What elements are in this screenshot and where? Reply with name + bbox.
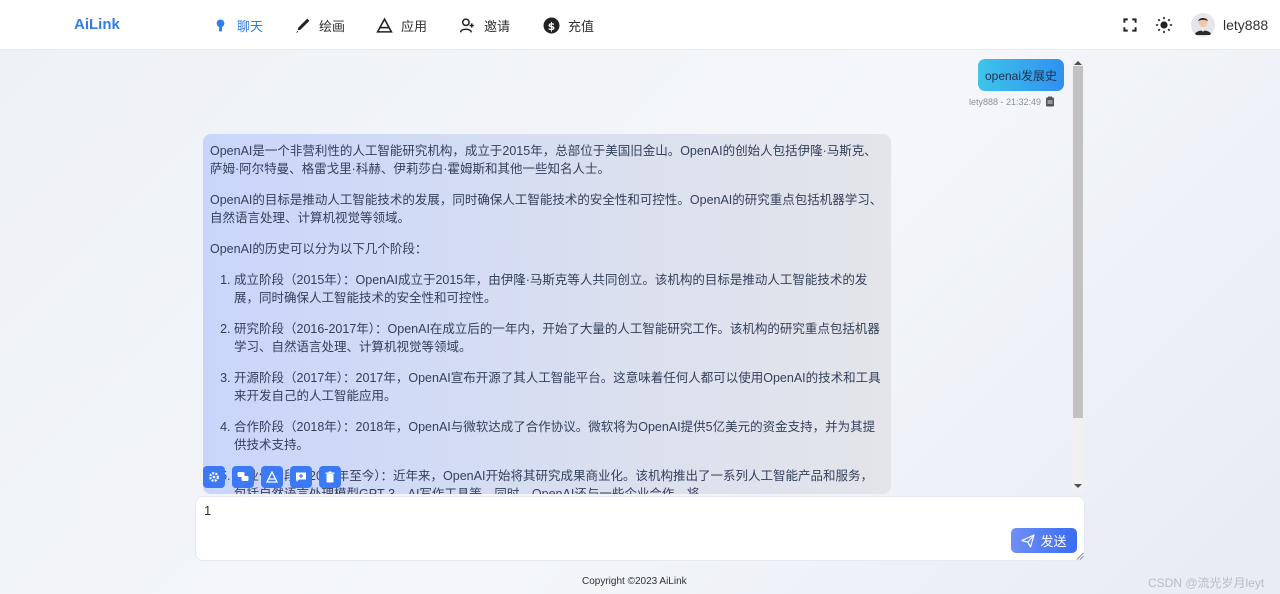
nav-draw-label: 绘画 [319, 18, 346, 34]
trash-icon [325, 471, 335, 483]
username[interactable]: lety888 [1223, 17, 1268, 33]
user-message-meta: lety888 - 21:32:49 [969, 96, 1055, 107]
bulb-icon [216, 19, 225, 31]
top-header: AiLink 聊天 绘画 应用 邀请 $ 充值 lety888 [0, 0, 1280, 50]
list-item: 成立阶段（2015年）：OpenAI成立于2015年，由伊隆·马斯克等人共同创立… [234, 271, 883, 307]
nav-chat-label: 聊天 [237, 18, 264, 34]
ai-message-bubble: OpenAI是一个非营利性的人工智能研究机构，成立于2015年，总部位于美国旧金… [203, 134, 891, 494]
list-item: 开源阶段（2017年）：2017年，OpenAI宣布开源了其人工智能平台。这意味… [234, 369, 883, 405]
scroll-up-arrow-icon[interactable] [1074, 61, 1082, 65]
dollar-icon: $ [543, 17, 560, 33]
app-logo[interactable]: AiLink [74, 16, 120, 33]
new-message-button[interactable] [290, 466, 312, 488]
message-plus-icon [296, 472, 306, 482]
settings-button[interactable] [203, 466, 225, 488]
nav-chat[interactable]: 聊天 [212, 14, 263, 36]
ai-paragraph: OpenAI的目标是推动人工智能技术的发展，同时确保人工智能技术的安全性和可控性… [210, 193, 883, 225]
brush-icon [296, 18, 310, 33]
apps-icon [376, 16, 393, 33]
avatar[interactable] [1191, 13, 1215, 37]
message-action-bar [203, 466, 341, 488]
chats-icon [237, 472, 249, 481]
copy-icon[interactable] [1045, 96, 1055, 107]
user-message-text: openai发展史 [984, 68, 1058, 83]
list-item: 研究阶段（2016-2017年）：OpenAI在成立后的一年内，开始了大量的人工… [234, 320, 883, 356]
send-button-label: 发送 [1040, 534, 1067, 549]
message-input-box [195, 496, 1085, 561]
user-message-timestamp: lety888 - 21:32:49 [969, 96, 1042, 107]
apps-button[interactable] [261, 466, 283, 488]
invite-icon [459, 17, 474, 33]
chats-button[interactable] [232, 466, 254, 488]
scroll-down-arrow-icon[interactable] [1074, 484, 1082, 488]
ai-history-list: 成立阶段（2015年）：OpenAI成立于2015年，由伊隆·马斯克等人共同创立… [210, 271, 883, 494]
scrollbar-thumb[interactable] [1073, 66, 1083, 418]
nav-apps-label: 应用 [401, 18, 428, 34]
fullscreen-icon[interactable] [1121, 16, 1139, 34]
list-item: 合作阶段（2018年）：2018年，OpenAI与微软达成了合作协议。微软将为O… [234, 418, 883, 454]
resize-handle-icon[interactable] [1076, 552, 1084, 560]
nav-draw[interactable]: 绘画 [294, 14, 345, 36]
nav-invite[interactable]: 邀请 [459, 14, 510, 36]
footer-copyright: Copyright ©2023 AiLink [582, 576, 687, 587]
ai-paragraph: OpenAI的历史可以分为以下几个阶段： [210, 242, 428, 256]
csdn-watermark: CSDN @流光岁月leyt [1148, 576, 1265, 590]
paper-plane-icon [1021, 533, 1036, 548]
nav-apps[interactable]: 应用 [376, 14, 427, 36]
settings-icon [209, 472, 219, 482]
ai-paragraph: OpenAI是一个非营利性的人工智能研究机构，成立于2015年，总部位于美国旧金… [210, 144, 877, 176]
svg-text:$: $ [548, 19, 555, 32]
send-button[interactable]: 发送 [1011, 528, 1077, 553]
user-message-bubble: openai发展史 [978, 59, 1064, 91]
nav-recharge[interactable]: $ 充值 [543, 14, 594, 36]
user-avatar-icon [1191, 13, 1215, 37]
nav-recharge-label: 充值 [568, 18, 595, 34]
message-input[interactable] [204, 503, 994, 553]
apps-icon [266, 471, 278, 483]
delete-button[interactable] [319, 466, 341, 488]
nav-invite-label: 邀请 [484, 18, 511, 34]
sun-icon[interactable] [1155, 16, 1173, 34]
